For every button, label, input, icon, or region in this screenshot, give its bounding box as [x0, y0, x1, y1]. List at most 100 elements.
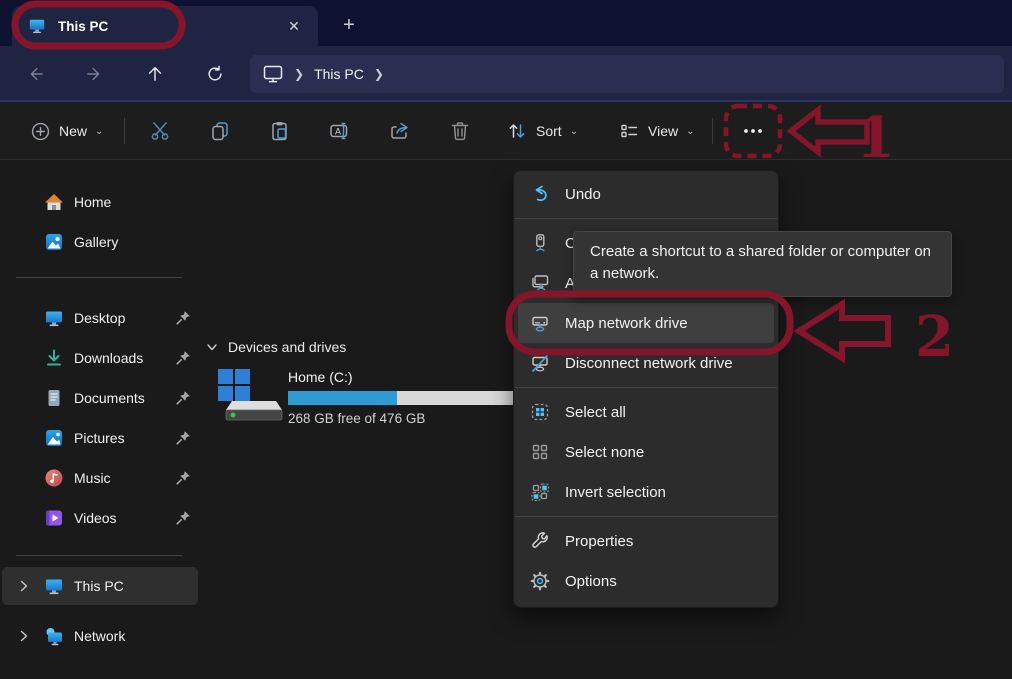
plus-circle-icon: [30, 121, 51, 142]
new-button[interactable]: New ⌄: [22, 113, 111, 149]
chevron-right-icon[interactable]: [16, 578, 32, 594]
refresh-button[interactable]: [198, 58, 232, 90]
tab-this-pc[interactable]: This PC ✕: [12, 6, 318, 46]
group-header-devices-and-drives[interactable]: Devices and drives: [206, 339, 346, 355]
downloads-icon: [44, 348, 64, 368]
back-button[interactable]: [18, 58, 52, 90]
cut-button[interactable]: [140, 113, 180, 149]
view-button-label: View: [648, 123, 678, 139]
home-icon: [44, 192, 64, 212]
menu-item-label: Properties: [565, 533, 633, 550]
sidebar-item-desktop[interactable]: Desktop: [2, 300, 198, 336]
paste-icon: [268, 119, 292, 143]
sidebar-item-label: Downloads: [74, 350, 143, 366]
sidebar-item-this-pc[interactable]: This PC: [2, 567, 198, 605]
cut-icon: [148, 119, 172, 143]
new-tab-button[interactable]: +: [334, 10, 364, 40]
chevron-right-icon[interactable]: [16, 628, 32, 644]
drive-capacity-text: 268 GB free of 476 GB: [288, 411, 425, 426]
tab-title: This PC: [58, 19, 280, 34]
sidebar-item-music[interactable]: Music: [2, 460, 198, 496]
select-all-icon: [530, 402, 550, 422]
sidebar-item-pictures[interactable]: Pictures: [2, 420, 198, 456]
documents-icon: [44, 388, 64, 408]
trash-icon: [448, 119, 472, 143]
menu-item-map-network-drive[interactable]: Map network drive: [518, 303, 774, 343]
see-more-button[interactable]: [730, 113, 776, 149]
sidebar-item-documents[interactable]: Documents: [2, 380, 198, 416]
pin-icon: [174, 309, 192, 327]
sidebar-divider: [16, 277, 182, 278]
drive-usage-fill: [288, 391, 397, 405]
share-button[interactable]: [380, 113, 420, 149]
menu-item-select-none[interactable]: Select none: [518, 432, 774, 472]
sidebar-item-downloads[interactable]: Downloads: [2, 340, 198, 376]
drive-icon: [216, 365, 284, 423]
menu-item-options[interactable]: Options: [518, 561, 774, 601]
file-explorer-window: This PC ✕ + ❯ This PC ❯: [0, 0, 1012, 679]
drive-usage-bar: [288, 391, 538, 405]
rename-button[interactable]: A: [320, 113, 360, 149]
rename-icon: A: [328, 119, 352, 143]
this-pc-breadcrumb-icon: [262, 63, 284, 85]
navigation-bar: ❯ This PC ❯: [0, 46, 1012, 102]
network-icon: [44, 626, 64, 646]
group-header-label: Devices and drives: [228, 339, 346, 355]
sidebar-item-home[interactable]: Home: [2, 184, 198, 220]
menu-item-label: Select all: [565, 404, 626, 421]
map-network-drive-tooltip: Create a shortcut to a shared folder or …: [573, 231, 952, 297]
view-button[interactable]: View ⌄: [610, 113, 702, 149]
sidebar-item-videos[interactable]: Videos: [2, 500, 198, 536]
delete-button[interactable]: [440, 113, 480, 149]
sidebar-item-label: This PC: [74, 578, 124, 594]
sidebar-item-label: Home: [74, 194, 111, 210]
chevron-down-icon: ⌄: [570, 126, 578, 137]
sidebar-item-label: Gallery: [74, 234, 118, 250]
menu-item-label: Select none: [565, 444, 644, 461]
menu-item-label: Options: [565, 573, 617, 590]
pin-icon: [174, 349, 192, 367]
menu-item-invert-selection[interactable]: Invert selection: [518, 472, 774, 512]
sidebar-item-label: Network: [74, 628, 125, 644]
add-network-location-icon: [530, 273, 550, 293]
breadcrumb-location[interactable]: This PC: [314, 66, 364, 82]
svg-text:A: A: [335, 126, 341, 136]
menu-item-undo[interactable]: Undo: [518, 174, 774, 214]
menu-item-label: Undo: [565, 186, 601, 203]
pin-icon: [174, 429, 192, 447]
pictures-icon: [44, 428, 64, 448]
undo-icon: [530, 184, 550, 204]
breadcrumb-chevron-icon[interactable]: ❯: [374, 67, 384, 81]
disconnect-network-drive-icon: [530, 353, 550, 373]
title-bar: This PC ✕ +: [0, 0, 1012, 46]
media-server-icon: [530, 233, 550, 253]
pin-icon: [174, 389, 192, 407]
pin-icon: [174, 509, 192, 527]
command-bar: New ⌄ A: [0, 102, 1012, 160]
menu-item-label: Map network drive: [565, 315, 688, 332]
sidebar-item-gallery[interactable]: Gallery: [2, 224, 198, 260]
menu-item-disconnect-network-drive[interactable]: Disconnect network drive: [518, 343, 774, 383]
menu-item-label: Invert selection: [565, 484, 666, 501]
sort-button[interactable]: Sort ⌄: [498, 113, 586, 149]
address-bar[interactable]: ❯ This PC ❯: [250, 55, 1004, 93]
gear-icon: [530, 571, 550, 591]
menu-item-properties[interactable]: Properties: [518, 521, 774, 561]
tab-close-icon[interactable]: ✕: [280, 12, 308, 40]
forward-button[interactable]: [78, 58, 112, 90]
sidebar-divider: [16, 555, 182, 556]
sidebar-item-label: Documents: [74, 390, 145, 406]
ellipsis-icon: [741, 119, 765, 143]
chevron-down-icon[interactable]: [206, 341, 218, 353]
up-button[interactable]: [138, 58, 172, 90]
sidebar-item-network[interactable]: Network: [2, 617, 198, 655]
toolbar-divider: [124, 118, 125, 144]
menu-divider: [515, 387, 777, 388]
paste-button[interactable]: [260, 113, 300, 149]
chevron-down-icon: ⌄: [686, 126, 694, 137]
copy-icon: [208, 119, 232, 143]
chevron-down-icon: ⌄: [95, 126, 103, 137]
copy-button[interactable]: [200, 113, 240, 149]
drive-tile-home-c[interactable]: Home (C:) 268 GB free of 476 GB: [214, 363, 544, 433]
menu-item-select-all[interactable]: Select all: [518, 392, 774, 432]
